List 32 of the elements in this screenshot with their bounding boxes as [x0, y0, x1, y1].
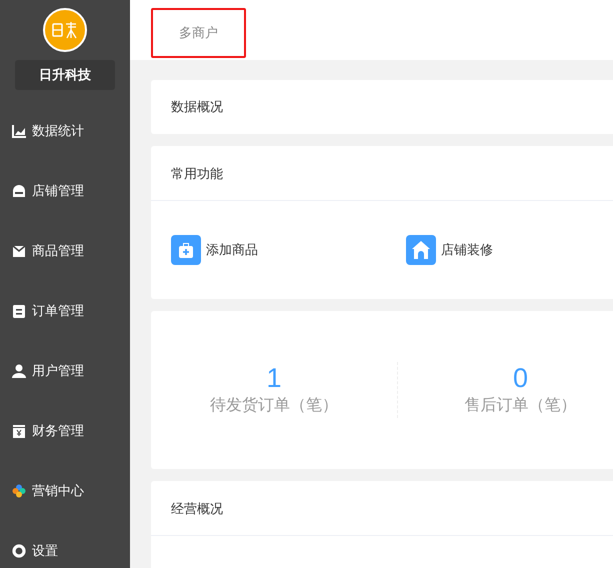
- shortcut-link[interactable]: 添加商品: [171, 235, 406, 265]
- section-title: 经营概况: [151, 481, 613, 536]
- tab[interactable]: 多商户: [151, 8, 246, 58]
- brand-name: 日升科技: [15, 60, 115, 90]
- envelope-icon: [12, 244, 26, 258]
- shortcut-label: 添加商品: [206, 241, 258, 260]
- wallet-icon: [12, 424, 26, 438]
- stat-label: 售后订单（笔）: [464, 396, 578, 416]
- stat-value: 1: [265, 362, 283, 394]
- shortcut-link[interactable]: 店铺装修: [406, 235, 613, 265]
- menu-item[interactable]: 商品管理: [0, 221, 130, 281]
- section-title: 数据概况: [170, 98, 224, 116]
- medkit-icon: [177, 241, 195, 259]
- menu-item[interactable]: 数据统计: [0, 101, 130, 161]
- house-icon: [411, 240, 431, 260]
- settings-icon: [12, 544, 26, 558]
- user-icon: [12, 364, 26, 378]
- menu-item[interactable]: 营销中心: [0, 461, 130, 521]
- logo-icon: [43, 8, 87, 52]
- shop-icon: [12, 184, 26, 198]
- clover-icon: [12, 484, 26, 498]
- clipboard-icon: [12, 304, 26, 318]
- stat-label: 待发货订单（笔）: [209, 396, 339, 416]
- chart-icon: [12, 124, 26, 138]
- section-title: 常用功能: [151, 146, 613, 201]
- menu-item[interactable]: 财务管理: [0, 401, 130, 461]
- stat-value: 0: [512, 362, 530, 394]
- menu-item[interactable]: 用户管理: [0, 341, 130, 401]
- menu-item[interactable]: 设置: [0, 521, 130, 568]
- shortcut-label: 店铺装修: [441, 241, 493, 260]
- menu-item[interactable]: 订单管理: [0, 281, 130, 341]
- menu-item[interactable]: 店铺管理: [0, 161, 130, 221]
